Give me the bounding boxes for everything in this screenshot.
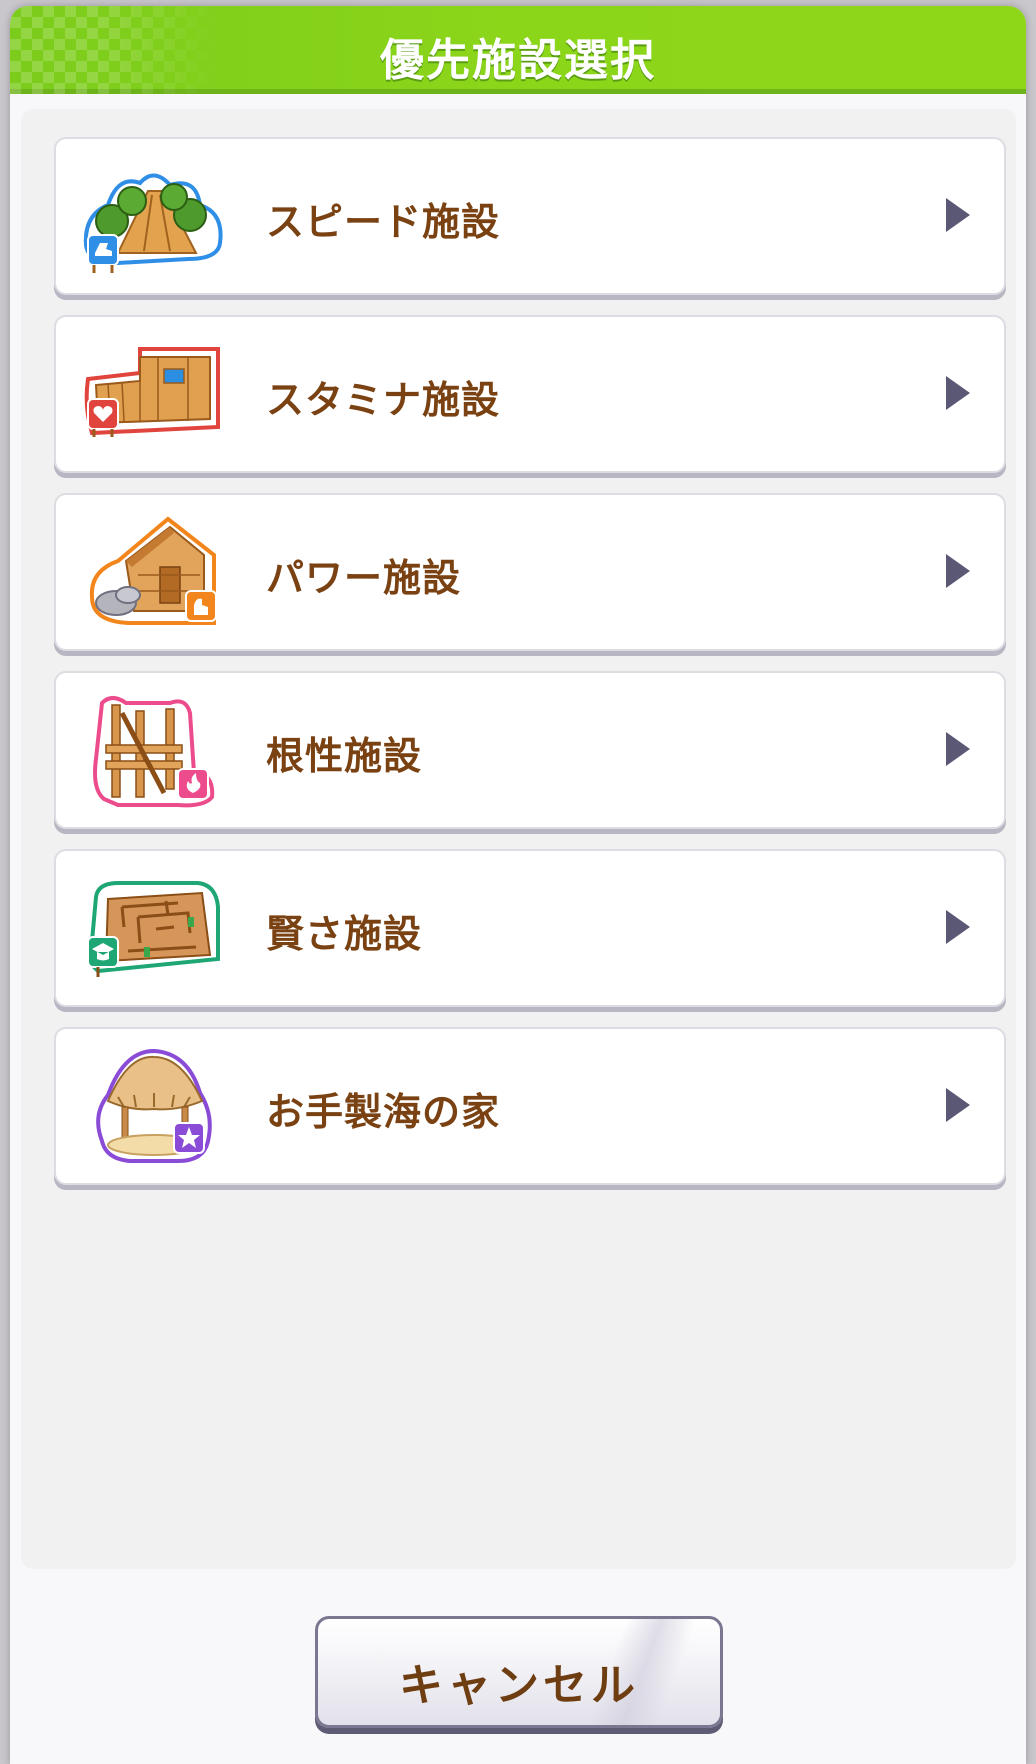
stamina-facility-icon — [84, 347, 220, 437]
facility-select-dialog: 優先施設選択 スピード施設 スタミナ施設 パワー施設 根性施設 賢さ施設 お手製… — [10, 6, 1026, 1764]
cancel-button-label: キャンセル — [399, 1660, 639, 1711]
dialog-header: 優先施設選択 — [10, 6, 1026, 94]
facility-item-label: 賢さ施設 — [266, 912, 423, 956]
chevron-right-icon — [946, 910, 970, 944]
beach-house-icon — [96, 1048, 212, 1163]
chevron-right-icon — [946, 376, 970, 410]
facility-item-label: お手製海の家 — [266, 1090, 501, 1134]
facility-item-guts[interactable]: 根性施設 — [54, 671, 1006, 829]
facility-list: スピード施設 スタミナ施設 パワー施設 根性施設 賢さ施設 お手製海の家 — [21, 109, 1016, 1569]
facility-item-speed[interactable]: スピード施設 — [54, 137, 1006, 295]
chevron-right-icon — [946, 732, 970, 766]
facility-item-stamina[interactable]: スタミナ施設 — [54, 315, 1006, 473]
power-facility-icon — [89, 516, 217, 625]
chevron-right-icon — [946, 198, 970, 232]
guts-facility-icon — [93, 696, 215, 808]
facility-item-label: スタミナ施設 — [266, 378, 501, 422]
cancel-button[interactable]: キャンセル — [315, 1616, 723, 1728]
facility-item-label: スピード施設 — [266, 200, 501, 244]
facility-item-wisdom[interactable]: 賢さ施設 — [54, 849, 1006, 1007]
facility-item-beach-house[interactable]: お手製海の家 — [54, 1027, 1006, 1185]
wisdom-facility-icon — [87, 881, 220, 977]
facility-item-label: パワー施設 — [266, 556, 462, 600]
dialog-title: 優先施設選択 — [380, 35, 656, 86]
speed-facility-icon — [83, 173, 223, 273]
facility-item-power[interactable]: パワー施設 — [54, 493, 1006, 651]
facility-item-label: 根性施設 — [266, 734, 423, 778]
chevron-right-icon — [946, 554, 970, 588]
chevron-right-icon — [946, 1088, 970, 1122]
